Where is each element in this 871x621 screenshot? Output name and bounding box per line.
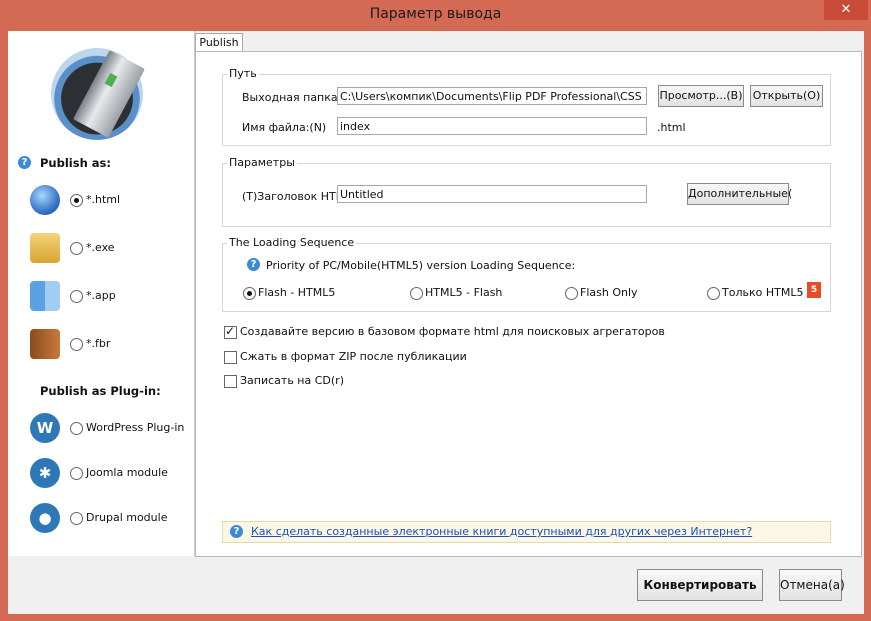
loading-sequence-group: The Loading Sequence ? Priority of PC/Mo… — [222, 236, 831, 312]
loading-label-flash-html5: Flash - HTML5 — [258, 286, 336, 299]
output-folder-label: Выходная папка(u — [242, 91, 349, 104]
mac-finder-icon — [30, 281, 60, 311]
format-label-html: *.html — [86, 193, 121, 206]
plugin-option-drupal[interactable]: ● Drupal module — [30, 503, 190, 537]
plugin-radio-wordpress[interactable] — [70, 422, 83, 435]
format-option-fbr[interactable]: *.fbr — [30, 329, 190, 363]
installer-icon — [30, 233, 60, 263]
loading-radio-html5-flash[interactable] — [410, 287, 423, 300]
close-button[interactable]: ✕ — [824, 0, 868, 20]
priority-help-icon[interactable]: ? — [247, 258, 260, 271]
format-label-app: *.app — [86, 289, 116, 302]
loading-radio-flash-only[interactable] — [565, 287, 578, 300]
filename-input[interactable]: index — [337, 117, 647, 135]
plugin-label-drupal: Drupal module — [86, 511, 168, 524]
advanced-button[interactable]: Дополнительные( — [687, 183, 792, 205]
params-group-title: Параметры — [227, 156, 297, 169]
path-group: Путь Выходная папка(u C:\Users\компик\Do… — [222, 67, 831, 146]
loading-label-flash-only: Flash Only — [580, 286, 638, 299]
globe-icon — [30, 185, 60, 215]
plugin-label-wordpress: WordPress Plug-in — [86, 421, 185, 434]
publish-as-label: Publish as: — [40, 156, 111, 170]
convert-button[interactable]: Конвертировать — [637, 569, 763, 601]
params-group: Параметры (T)Заголовок HTML Untitled Доп… — [222, 156, 831, 227]
plugin-radio-joomla[interactable] — [70, 467, 83, 480]
loading-group-title: The Loading Sequence — [227, 236, 357, 249]
format-radio-app[interactable] — [70, 290, 83, 303]
tab-publish[interactable]: Publish — [195, 33, 243, 52]
dialog-window: Параметр вывода ✕ ? Publish as: *.html *… — [0, 0, 871, 621]
format-radio-exe[interactable] — [70, 242, 83, 255]
zip-checkbox[interactable] — [224, 351, 237, 364]
hint-help-icon: ? — [230, 525, 243, 538]
html-title-input[interactable]: Untitled — [337, 185, 647, 203]
cancel-button[interactable]: Отмена(a) — [779, 569, 845, 601]
seo-html-checkbox[interactable] — [224, 324, 237, 339]
priority-label: Priority of PC/Mobile(HTML5) version Loa… — [266, 259, 576, 272]
burn-cd-label: Записать на CD(r) — [240, 374, 344, 387]
joomla-icon: ✱ — [30, 458, 60, 488]
html5-icon: 5 — [807, 282, 821, 298]
title-bar: Параметр вывода ✕ — [0, 0, 871, 31]
format-option-html[interactable]: *.html — [30, 185, 190, 219]
format-radio-fbr[interactable] — [70, 338, 83, 351]
path-group-title: Путь — [227, 67, 259, 80]
format-option-exe[interactable]: *.exe — [30, 233, 190, 267]
format-radio-html[interactable] — [70, 194, 83, 207]
plugin-option-wordpress[interactable]: W WordPress Plug-in — [30, 413, 190, 447]
output-folder-input[interactable]: C:\Users\компик\Documents\Flip PDF Profe… — [337, 87, 647, 105]
publish-plugin-label: Publish as Plug-in: — [40, 384, 161, 398]
loading-label-html5-flash: HTML5 - Flash — [425, 286, 503, 299]
publish-settings-panel: Путь Выходная папка(u C:\Users\компик\Do… — [195, 51, 862, 557]
loading-radio-flash-html5[interactable] — [243, 287, 256, 300]
seo-html-label: Создавайте версию в базовом формате html… — [240, 325, 665, 338]
drupal-icon: ● — [30, 503, 60, 533]
loading-radio-html5-only[interactable] — [707, 287, 720, 300]
burn-cd-checkbox[interactable] — [224, 375, 237, 388]
filename-label: Имя файла:(N) — [242, 121, 327, 134]
format-label-exe: *.exe — [86, 241, 115, 254]
plugin-label-joomla: Joomla module — [86, 466, 168, 479]
filename-extension: .html — [657, 121, 686, 134]
wordpress-icon: W — [30, 413, 60, 443]
loading-label-html5-only: Только HTML5 — [722, 286, 804, 299]
help-hint-bar: ? Как сделать созданные электронные книг… — [222, 521, 831, 543]
html-title-label: (T)Заголовок HTML — [242, 190, 352, 203]
window-title: Параметр вывода — [369, 6, 502, 22]
book-icon — [30, 329, 60, 359]
app-logo — [51, 48, 145, 140]
plugin-option-joomla[interactable]: ✱ Joomla module — [30, 458, 190, 492]
browse-button[interactable]: Просмотр...(B) — [658, 85, 744, 107]
zip-label: Сжать в формат ZIP после публикации — [240, 350, 467, 363]
format-option-app[interactable]: *.app — [30, 281, 190, 315]
plugin-radio-drupal[interactable] — [70, 512, 83, 525]
help-link[interactable]: Как сделать созданные электронные книги … — [251, 525, 752, 538]
help-icon[interactable]: ? — [18, 156, 31, 169]
dialog-client: ? Publish as: *.html *.exe *.app *.fbr P… — [8, 31, 864, 614]
format-label-fbr: *.fbr — [86, 337, 111, 350]
logo-book-graphic — [73, 50, 145, 138]
publish-format-panel: ? Publish as: *.html *.exe *.app *.fbr P… — [8, 31, 195, 556]
open-folder-button[interactable]: Открыть(O) — [750, 85, 823, 107]
